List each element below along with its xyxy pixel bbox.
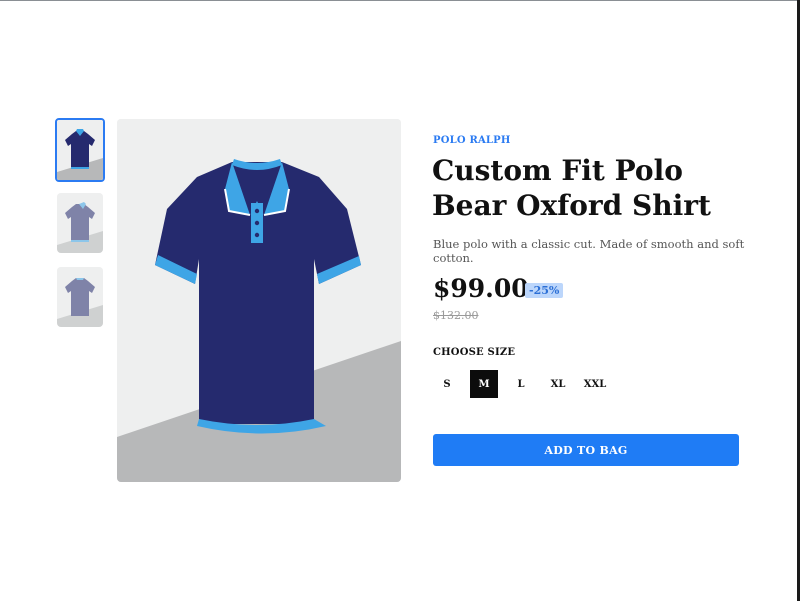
size-option-xl[interactable]: XL: [544, 370, 572, 398]
original-price: $132.00: [433, 309, 479, 322]
product-main-image: [117, 119, 401, 482]
polo-shirt-thumbnail-icon: [57, 193, 103, 253]
product-title: Custom Fit Polo Bear Oxford Shirt: [432, 154, 711, 222]
polo-shirt-thumbnail-icon: [57, 267, 103, 327]
product-price: $99.00: [433, 274, 529, 303]
thumbnail-2[interactable]: [57, 193, 103, 253]
size-option-xxl[interactable]: XXL: [581, 370, 609, 398]
size-options: S M L XL XXL: [433, 370, 618, 398]
product-description: Blue polo with a classic cut. Made of sm…: [433, 237, 745, 265]
size-option-s[interactable]: S: [433, 370, 461, 398]
add-to-bag-button[interactable]: ADD TO BAG: [433, 434, 739, 466]
polo-shirt-thumbnail-icon: [57, 120, 103, 180]
thumbnail-3[interactable]: [57, 267, 103, 327]
top-border: [0, 0, 800, 1]
size-label: CHOOSE SIZE: [433, 347, 516, 358]
size-option-m[interactable]: M: [470, 370, 498, 398]
polo-shirt-image: [117, 119, 401, 482]
brand-name[interactable]: POLO RALPH: [433, 135, 511, 146]
size-option-l[interactable]: L: [507, 370, 535, 398]
thumbnail-1[interactable]: [55, 118, 105, 182]
discount-badge: -25%: [525, 283, 564, 298]
